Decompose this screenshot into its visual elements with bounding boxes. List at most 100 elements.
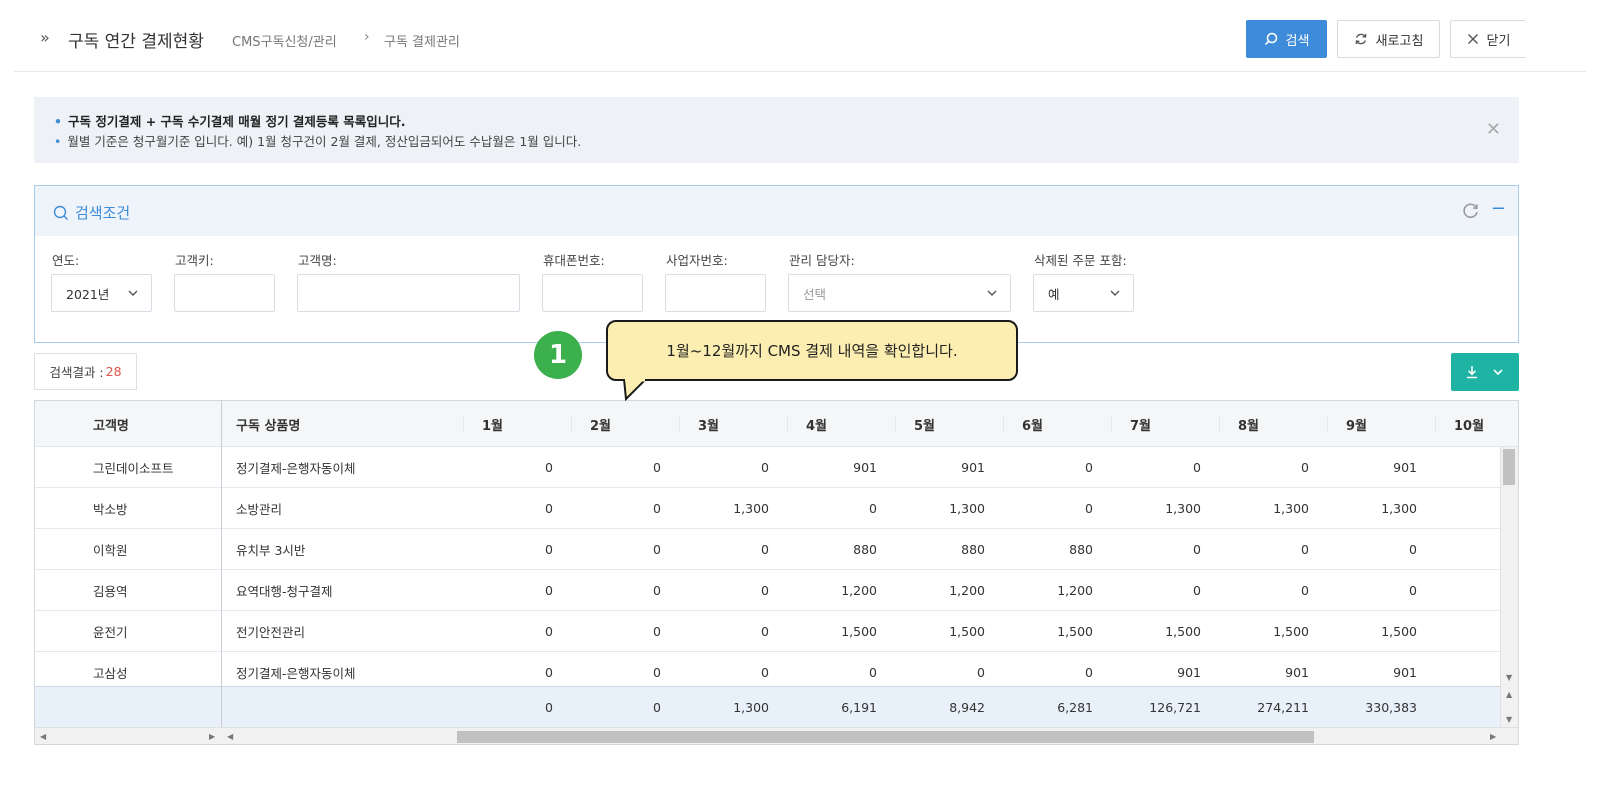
scroll-down-icon[interactable]: ▼	[1506, 673, 1512, 682]
month-amount-cell: 0	[869, 501, 877, 516]
scroll-up-icon[interactable]: ▲	[1506, 690, 1512, 699]
month-amount-cell: 0	[1085, 460, 1093, 475]
customer-name-input[interactable]	[297, 274, 520, 312]
month-amount-cell: 1,500	[949, 624, 985, 639]
column-header-month[interactable]: 8월	[1219, 416, 1259, 434]
month-amount-cell: 901	[853, 460, 877, 475]
download-button[interactable]	[1451, 353, 1519, 391]
month-amount-cell: 1,200	[949, 583, 985, 598]
month-amount-cell: 0	[545, 624, 553, 639]
column-header-month[interactable]: 10월	[1435, 416, 1484, 434]
chevron-down-icon	[128, 290, 138, 296]
deleted-orders-select[interactable]: 예	[1033, 274, 1134, 312]
column-header-month[interactable]: 4월	[787, 416, 827, 434]
phone-label: 휴대폰번호:	[543, 253, 605, 268]
customer-name-cell: 이학원	[93, 543, 128, 558]
month-amount-cell: 1,500	[1381, 624, 1417, 639]
vertical-scrollbar[interactable]: ▼ ▲ ▼	[1500, 447, 1518, 727]
collapse-icon[interactable]: −	[1491, 198, 1506, 219]
breadcrumb-current: 구독 결제관리	[384, 35, 460, 50]
phone-input[interactable]	[542, 274, 643, 312]
column-header-month[interactable]: 7월	[1111, 416, 1151, 434]
refresh-button[interactable]: 새로고침	[1337, 20, 1440, 58]
result-count-value: 28	[105, 364, 122, 379]
year-select[interactable]: 2021년	[51, 274, 152, 312]
column-header-month[interactable]: 5월	[895, 416, 935, 434]
search-icon	[53, 205, 68, 220]
column-header-month[interactable]: 2월	[571, 416, 611, 434]
breadcrumb-parent[interactable]: CMS구독신청/관리	[232, 31, 337, 50]
close-icon	[1467, 34, 1478, 44]
customer-name-cell: 그린데이소프트	[93, 461, 174, 476]
manager-select[interactable]: 선택	[788, 274, 1011, 312]
month-amount-cell: 0	[761, 583, 769, 598]
grid-totals-row: 0 0 1,300 6,191 8,942 6,281 126,721 274,211 330,…	[35, 686, 1501, 727]
month-amount-cell: 1,300	[1381, 501, 1417, 516]
month-amount-cell: 1,300	[1165, 501, 1201, 516]
scroll-down-icon[interactable]: ▼	[1506, 715, 1512, 724]
notice-close-icon[interactable]: ✕	[1486, 119, 1501, 140]
table-row[interactable]: 박소방 소방관리 0 0 1,300 0 1,300 0 1,300 1,300 1,300	[35, 488, 1501, 529]
column-header-customer[interactable]: 고객명	[93, 401, 129, 447]
month-amount-cell: 0	[1409, 542, 1417, 557]
product-name-cell: 소방관리	[236, 502, 283, 517]
column-header-product[interactable]: 구독 상품명	[236, 401, 300, 447]
horizontal-scrollbar[interactable]: ◀ ▶ ◀ ▶	[35, 727, 1518, 744]
callout-tail	[623, 379, 647, 401]
refresh-icon	[1355, 33, 1367, 45]
double-chevron-icon[interactable]: »	[40, 28, 50, 47]
close-button-label: 닫기	[1486, 33, 1511, 49]
month-amount-cell: 880	[853, 542, 877, 557]
month-amount-cell: 901	[961, 460, 985, 475]
result-count: 검색결과 :28	[34, 353, 137, 390]
notice-box: • 구독 정기결제 + 구독 수기결제 매월 정기 결제등록 목록입니다. • 월별…	[34, 97, 1519, 163]
payment-grid: 고객명 구독 상품명 1월 2월 3월 4월 5월 6월 7월 8월 9월 10월 그린데이소프트 정기…	[34, 400, 1519, 745]
month-amount-cell: 0	[1193, 542, 1201, 557]
month-amount-cell: 0	[1301, 542, 1309, 557]
reset-icon[interactable]	[1462, 202, 1480, 220]
search-panel-title: 검색조건	[53, 202, 130, 223]
month-amount-cell: 0	[1301, 583, 1309, 598]
table-row[interactable]: 그린데이소프트 정기결제-은행자동이체 0 0 0 901 901 0 0 0 901	[35, 447, 1501, 488]
search-button[interactable]: 검색	[1246, 20, 1327, 58]
close-button[interactable]: 닫기	[1450, 20, 1526, 58]
month-total-cell: 8,942	[949, 700, 985, 715]
table-row[interactable]: 윤전기 전기안전관리 0 0 0 1,500 1,500 1,500 1,500 1,500 1,5…	[35, 611, 1501, 652]
column-header-month[interactable]: 3월	[679, 416, 719, 434]
scroll-right-icon[interactable]: ▶	[1490, 732, 1496, 741]
scroll-left-icon[interactable]: ◀	[227, 732, 233, 741]
horizontal-scroll-thumb[interactable]	[457, 731, 1314, 743]
table-row[interactable]: 이학원 유치부 3시반 0 0 0 880 880 880 0 0 0	[35, 529, 1501, 570]
search-icon	[1264, 32, 1277, 46]
business-no-label: 사업자번호:	[666, 253, 728, 268]
column-header-month[interactable]: 9월	[1327, 416, 1367, 434]
scroll-left-icon[interactable]: ◀	[40, 732, 46, 741]
month-amount-cell: 0	[1409, 583, 1417, 598]
table-row[interactable]: 김용역 요역대행-청구결제 0 0 0 1,200 1,200 1,200 0 0 0	[35, 570, 1501, 611]
month-amount-cell: 0	[1193, 460, 1201, 475]
scroll-right-icon[interactable]: ▶	[209, 732, 215, 741]
search-button-label: 검색	[1285, 33, 1310, 49]
month-total-cell: 274,211	[1257, 700, 1309, 715]
refresh-button-label: 새로고침	[1375, 33, 1424, 49]
customer-key-input[interactable]	[174, 274, 275, 312]
column-header-month[interactable]: 6월	[1003, 416, 1043, 434]
month-amount-cell: 1,500	[1165, 624, 1201, 639]
month-amount-cell: 0	[1301, 460, 1309, 475]
notice-line-2: • 월별 기준은 청구월기준 입니다. 예) 1월 청구건이 2월 결제, 정산입…	[54, 134, 582, 149]
month-amount-cell: 1,300	[949, 501, 985, 516]
month-amount-cell: 0	[653, 542, 661, 557]
vertical-scroll-thumb[interactable]	[1503, 449, 1515, 485]
month-amount-cell: 0	[653, 460, 661, 475]
month-amount-cell: 901	[1393, 460, 1417, 475]
month-amount-cell: 0	[653, 624, 661, 639]
business-no-input[interactable]	[665, 274, 766, 312]
column-header-month[interactable]: 1월	[463, 416, 503, 434]
frozen-column-divider	[221, 401, 222, 744]
month-amount-cell: 0	[761, 460, 769, 475]
breadcrumb-separator-icon: ›	[364, 29, 370, 45]
month-amount-cell: 0	[545, 501, 553, 516]
month-amount-cell: 1,500	[1273, 624, 1309, 639]
bullet-icon: •	[54, 134, 62, 149]
month-amount-cell: 1,500	[1057, 624, 1093, 639]
